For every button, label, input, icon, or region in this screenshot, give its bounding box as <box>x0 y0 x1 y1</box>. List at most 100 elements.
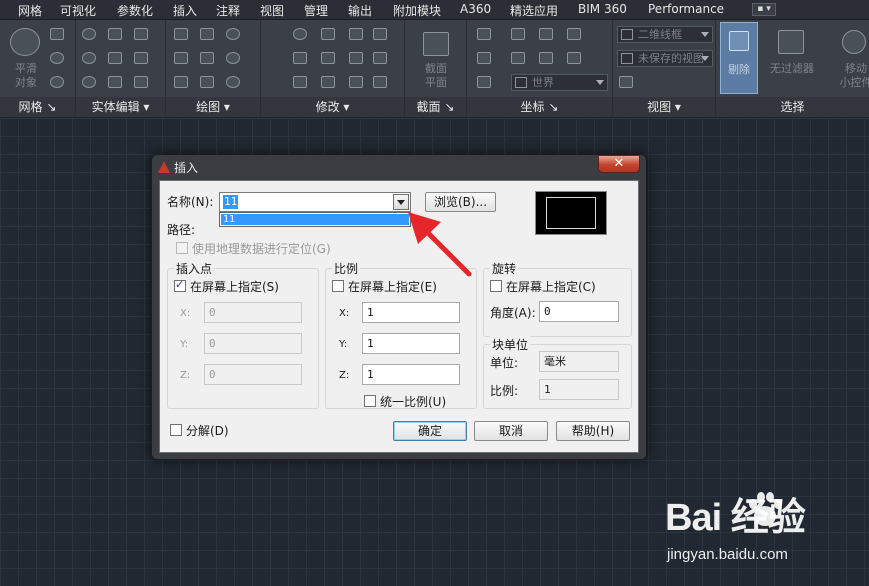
menu-item-addins[interactable]: 附加模块 <box>393 2 441 19</box>
geo-checkbox[interactable] <box>176 242 188 254</box>
mesh-smooth-icon[interactable] <box>50 76 64 88</box>
close-button[interactable]: ✕ <box>598 155 640 173</box>
section-plane-icon[interactable] <box>423 32 449 56</box>
panel-title-modify[interactable]: 修改 ▾ <box>261 97 404 117</box>
menu-item-manage[interactable]: 管理 <box>304 2 328 19</box>
move-gizmo-icon[interactable] <box>842 30 866 54</box>
browse-button[interactable]: 浏览(B)... <box>425 192 496 212</box>
explode-checkbox[interactable] <box>170 424 182 436</box>
ucs-z-icon[interactable] <box>567 28 581 40</box>
ucs-object-icon[interactable] <box>539 52 553 64</box>
spline-icon[interactable] <box>174 52 188 64</box>
panel-title-view[interactable]: 视图 ▾ <box>613 97 715 117</box>
mesh-tool-icon[interactable] <box>50 28 64 40</box>
shell-icon[interactable] <box>108 52 122 64</box>
menu-item-parametric[interactable]: 参数化 <box>117 2 153 19</box>
cancel-button[interactable]: 取消 <box>474 421 548 441</box>
align-icon[interactable] <box>293 76 307 88</box>
menu-item-view[interactable]: 视图 <box>260 2 284 19</box>
offset-icon[interactable] <box>349 76 363 88</box>
union-icon[interactable] <box>82 28 96 40</box>
ucs-world-icon[interactable] <box>511 28 525 40</box>
insertion-y-input[interactable]: 0 <box>204 333 302 354</box>
rectangle-icon[interactable] <box>200 52 214 64</box>
ribbon-minimize-button[interactable]: ▪ ▾ <box>752 3 776 16</box>
ucs-previous-icon[interactable] <box>477 52 491 64</box>
scale-x-input[interactable]: 1 <box>362 302 460 323</box>
scale-on-screen-checkbox[interactable] <box>332 280 344 292</box>
no-filter-icon[interactable] <box>778 30 804 54</box>
ok-button[interactable]: 确定 <box>393 421 467 441</box>
viewport-config-icon[interactable] <box>619 76 633 88</box>
ucs-face-icon[interactable] <box>567 52 581 64</box>
smooth-object-label[interactable]: 平滑 对象 <box>6 62 46 90</box>
edge-icon[interactable] <box>134 76 148 88</box>
move-gizmo-label[interactable]: 移动 小控件 <box>836 62 869 90</box>
name-combo[interactable]: 11 <box>219 192 411 212</box>
ucs-origin-icon[interactable] <box>539 28 553 40</box>
named-view-combo[interactable]: 未保存的视图 <box>617 50 713 67</box>
helix-icon[interactable] <box>200 28 214 40</box>
chevron-down-icon[interactable] <box>393 194 409 210</box>
menu-item-performance[interactable]: Performance <box>648 2 724 16</box>
name-dropdown-option[interactable]: 11 <box>221 214 409 225</box>
menu-item-bim360[interactable]: BIM 360 <box>578 2 627 16</box>
fillet-icon[interactable] <box>349 28 363 40</box>
culling-button[interactable]: 剔除 <box>720 22 758 94</box>
circle-icon[interactable] <box>226 52 240 64</box>
array-icon[interactable] <box>349 52 363 64</box>
stretch-icon[interactable] <box>321 52 335 64</box>
insertion-x-input[interactable]: 0 <box>204 302 302 323</box>
menu-item-visualize[interactable]: 可视化 <box>60 2 96 19</box>
visual-style-combo[interactable]: 二维线框 <box>617 26 713 43</box>
no-filter-label[interactable]: 无过滤器 <box>766 62 818 76</box>
slice-icon[interactable] <box>134 28 148 40</box>
rotation-on-screen-checkbox[interactable] <box>490 280 502 292</box>
mirror-icon[interactable] <box>293 52 307 64</box>
rotate-3d-icon[interactable] <box>293 28 307 40</box>
menu-item-mesh[interactable]: 网格 <box>18 2 42 19</box>
section-plane-label[interactable]: 截面 平面 <box>413 62 459 90</box>
smooth-object-icon[interactable] <box>10 28 40 56</box>
panel-title-solid-editing[interactable]: 实体编辑 ▾ <box>76 97 165 117</box>
ucs-3point-icon[interactable] <box>477 76 491 88</box>
angle-input[interactable]: 0 <box>539 301 619 322</box>
scale-y-input[interactable]: 1 <box>362 333 460 354</box>
insertion-on-screen-checkbox[interactable] <box>174 278 186 292</box>
panel-title-section[interactable]: 截面 ↘ <box>405 97 466 117</box>
erase-icon[interactable] <box>373 52 387 64</box>
ellipse-icon[interactable] <box>226 76 240 88</box>
ucs-view-icon[interactable] <box>511 52 525 64</box>
copy-icon[interactable] <box>321 76 335 88</box>
scale-z-input[interactable]: 1 <box>362 364 460 385</box>
menu-item-featured-apps[interactable]: 精选应用 <box>510 2 558 19</box>
move-icon[interactable] <box>321 28 335 40</box>
panel-title-draw[interactable]: 绘图 ▾ <box>166 97 260 117</box>
help-button[interactable]: 帮助(H) <box>556 421 630 441</box>
panel-title-mesh[interactable]: 网格 ↘ <box>0 97 75 117</box>
scale-y-label: Y: <box>339 339 348 350</box>
ucs-icon[interactable] <box>477 28 491 40</box>
menu-item-annotate[interactable]: 注释 <box>216 2 240 19</box>
menu-item-insert[interactable]: 插入 <box>173 2 197 19</box>
chamfer-icon[interactable] <box>373 76 387 88</box>
polygon-icon[interactable] <box>174 76 188 88</box>
arc-icon[interactable] <box>226 28 240 40</box>
intersect-icon[interactable] <box>82 76 96 88</box>
panel-title-selection[interactable]: 选择 <box>716 97 869 117</box>
ucs-world-combo[interactable]: 世界 <box>511 74 608 91</box>
uniform-scale-checkbox[interactable] <box>364 395 376 407</box>
separate-icon[interactable] <box>134 52 148 64</box>
menu-item-output[interactable]: 输出 <box>348 2 372 19</box>
subtract-icon[interactable] <box>82 52 96 64</box>
insertion-z-input[interactable]: 0 <box>204 364 302 385</box>
extrude-face-icon[interactable] <box>108 28 122 40</box>
trim-icon[interactable] <box>373 28 387 40</box>
taper-icon[interactable] <box>108 76 122 88</box>
mesh-sphere-icon[interactable] <box>50 52 64 64</box>
region-icon[interactable] <box>200 76 214 88</box>
panel-title-coordinates[interactable]: 坐标 ↘ <box>467 97 612 117</box>
name-value[interactable]: 11 <box>223 195 239 209</box>
polyline-icon[interactable] <box>174 28 188 40</box>
menu-item-a360[interactable]: A360 <box>460 2 491 16</box>
